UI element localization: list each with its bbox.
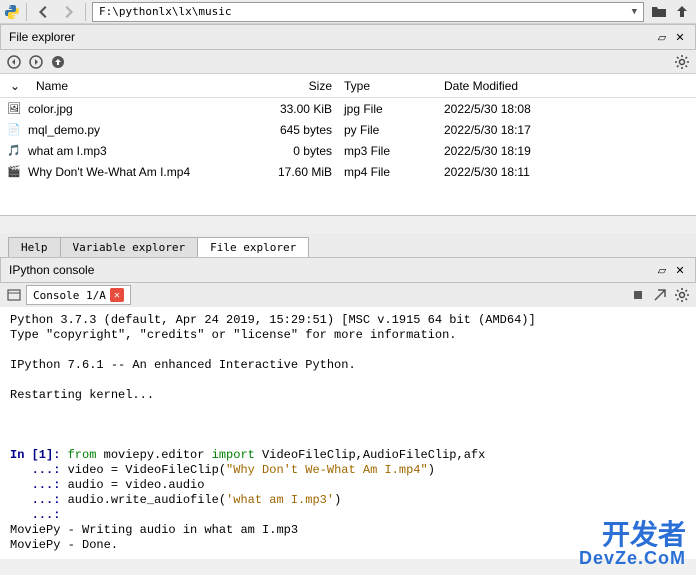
image-file-icon: 🖼 — [6, 101, 22, 117]
in-prompt: In [1]: — [10, 448, 68, 462]
file-name: what am I.mp3 — [28, 144, 107, 158]
kw: from — [68, 448, 97, 462]
next-icon[interactable] — [28, 54, 44, 70]
divider — [26, 3, 27, 21]
tab-variable-explorer[interactable]: Variable explorer — [60, 237, 199, 257]
expand-toggle[interactable]: ⌄ — [0, 79, 30, 93]
file-row[interactable]: 🎵 what am I.mp3 0 bytes mp3 File 2022/5/… — [0, 140, 696, 161]
gear-icon[interactable] — [674, 54, 690, 70]
file-explorer-header: File explorer ▱ ✕ — [0, 24, 696, 50]
file-row[interactable]: 🖼 color.jpg 33.00 KiB jpg File 2022/5/30… — [0, 98, 696, 119]
console-tabs-bar: Console 1/A ✕ — [0, 283, 696, 307]
file-name: color.jpg — [28, 102, 73, 116]
folder-buttons — [650, 2, 692, 22]
tab-help[interactable]: Help — [8, 237, 61, 257]
file-type: jpg File — [340, 102, 440, 116]
prev-icon[interactable] — [6, 54, 22, 70]
forward-icon[interactable] — [59, 2, 79, 22]
console-line: Type "copyright", "credits" or "license"… — [10, 328, 456, 342]
kw: import — [212, 448, 255, 462]
tab-file-explorer[interactable]: File explorer — [197, 237, 309, 257]
file-size: 17.60 MiB — [230, 165, 340, 179]
string: 'what am I.mp3' — [226, 493, 334, 507]
console-line: IPython 7.6.1 -- An enhanced Interactive… — [10, 358, 356, 372]
file-modified: 2022/5/30 18:17 — [440, 123, 696, 137]
up-icon[interactable] — [50, 54, 66, 70]
chevron-down-icon[interactable]: ▼ — [632, 7, 637, 17]
bottom-tabs: Help Variable explorer File explorer — [0, 233, 696, 257]
path-input[interactable]: F:\pythonlx\lx\music ▼ — [92, 2, 644, 22]
file-row[interactable]: 🎬 Why Don't We-What Am I.mp4 17.60 MiB m… — [0, 161, 696, 182]
file-size: 645 bytes — [230, 123, 340, 137]
parent-folder-icon[interactable] — [672, 2, 692, 22]
file-type: mp3 File — [340, 144, 440, 158]
clear-icon[interactable] — [652, 287, 668, 303]
audio-file-icon: 🎵 — [6, 143, 22, 159]
close-icon[interactable]: ✕ — [673, 30, 687, 44]
video-file-icon: 🎬 — [6, 164, 22, 180]
cont-prompt: ...: — [10, 463, 68, 477]
col-name[interactable]: Name — [30, 79, 230, 93]
python-file-icon: 📄 — [6, 122, 22, 138]
file-type: py File — [340, 123, 440, 137]
path-text: F:\pythonlx\lx\music — [99, 5, 231, 18]
close-icon[interactable]: ✕ — [673, 263, 687, 277]
file-name: Why Don't We-What Am I.mp4 — [28, 165, 190, 179]
top-toolbar: F:\pythonlx\lx\music ▼ — [0, 0, 696, 24]
new-console-icon[interactable] — [6, 287, 22, 303]
file-type: mp4 File — [340, 165, 440, 179]
file-name: mql_demo.py — [28, 123, 100, 137]
file-modified: 2022/5/30 18:19 — [440, 144, 696, 158]
close-tab-icon[interactable]: ✕ — [110, 288, 124, 302]
col-modified[interactable]: Date Modified — [440, 79, 696, 93]
divider — [85, 3, 86, 21]
console-line: Restarting kernel... — [10, 388, 154, 402]
console-line: MoviePy - Done. — [10, 538, 118, 552]
python-icon — [4, 4, 20, 20]
file-size: 33.00 KiB — [230, 102, 340, 116]
console-output[interactable]: Python 3.7.3 (default, Apr 24 2019, 15:2… — [0, 307, 696, 559]
console-line: MoviePy - Writing audio in what am I.mp3 — [10, 523, 298, 537]
file-size: 0 bytes — [230, 144, 340, 158]
undock-icon[interactable]: ▱ — [655, 263, 669, 277]
console-line: Python 3.7.3 (default, Apr 24 2019, 15:2… — [10, 313, 536, 327]
cont-prompt: ...: — [10, 508, 68, 522]
col-size[interactable]: Size — [230, 79, 340, 93]
gear-icon[interactable] — [674, 287, 690, 303]
back-icon[interactable] — [33, 2, 53, 22]
file-list: ⌄ Name Size Type Date Modified 🖼 color.j… — [0, 74, 696, 216]
undock-icon[interactable]: ▱ — [655, 30, 669, 44]
col-type[interactable]: Type — [340, 79, 440, 93]
ipython-console-header: IPython console ▱ ✕ — [0, 257, 696, 283]
folder-open-icon[interactable] — [650, 2, 670, 22]
string: "Why Don't We-What Am I.mp4" — [226, 463, 428, 477]
file-modified: 2022/5/30 18:11 — [440, 165, 696, 179]
file-explorer-toolbar — [0, 50, 696, 74]
file-list-header: ⌄ Name Size Type Date Modified — [0, 74, 696, 98]
cont-prompt: ...: — [10, 478, 68, 492]
console-tab[interactable]: Console 1/A ✕ — [26, 285, 131, 305]
file-modified: 2022/5/30 18:08 — [440, 102, 696, 116]
stop-icon[interactable] — [630, 287, 646, 303]
panel-title: File explorer — [9, 30, 75, 44]
cont-prompt: ...: — [10, 493, 68, 507]
panel-title: IPython console — [9, 263, 94, 277]
file-row[interactable]: 📄 mql_demo.py 645 bytes py File 2022/5/3… — [0, 119, 696, 140]
console-tab-label: Console 1/A — [33, 289, 106, 302]
